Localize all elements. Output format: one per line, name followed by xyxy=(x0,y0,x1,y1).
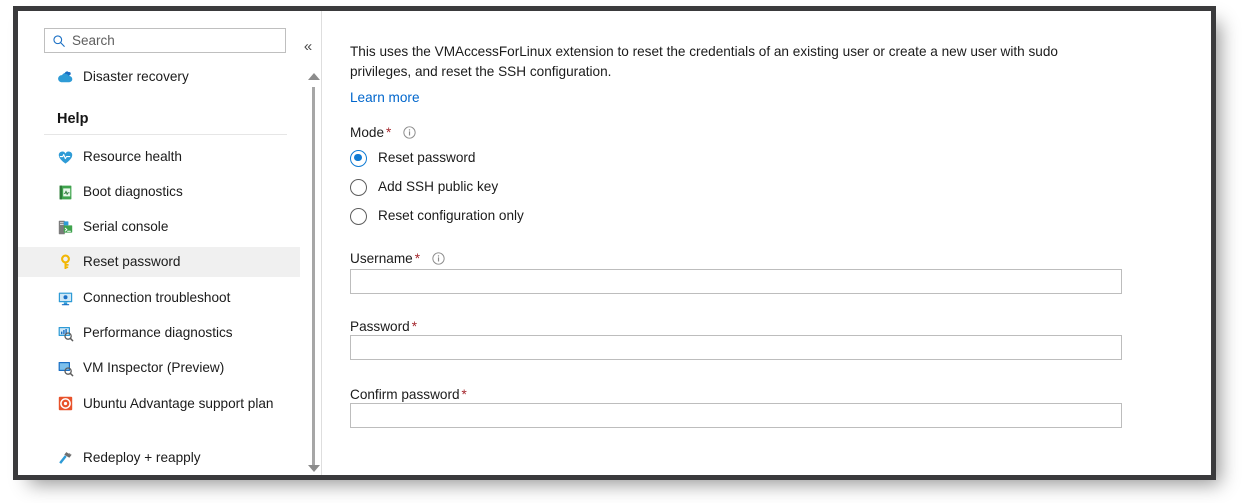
search-box[interactable] xyxy=(44,28,286,53)
serial-console-icon xyxy=(58,220,73,234)
scrollbar-thumb[interactable] xyxy=(312,87,315,470)
vm-inspector-icon xyxy=(58,361,74,376)
username-label: Username * xyxy=(350,251,445,266)
connection-troubleshoot-monitor-icon xyxy=(58,292,73,305)
password-label-text: Password xyxy=(350,319,410,334)
confirm-password-label-text: Confirm password xyxy=(350,387,460,402)
sidebar-item-boot-diagnostics[interactable]: Boot diagnostics xyxy=(18,177,300,207)
ubuntu-circle-icon xyxy=(58,396,73,411)
sidebar-item-vm-inspector[interactable]: VM Inspector (Preview) xyxy=(18,353,300,383)
sidebar-section-title: Help xyxy=(57,111,89,127)
password-label: Password * xyxy=(350,319,417,334)
hammer-icon xyxy=(59,451,72,464)
radio-mark xyxy=(350,178,367,196)
confirm-password-input[interactable] xyxy=(350,403,1122,428)
sidebar-item-label: Ubuntu Advantage support plan xyxy=(83,396,274,411)
username-label-text: Username xyxy=(350,251,413,266)
blade-content: « Disaster recovery Help xyxy=(18,11,1211,475)
sidebar-item-label: Disaster recovery xyxy=(83,69,189,84)
sidebar-item-label: Performance diagnostics xyxy=(83,325,233,340)
sidebar-item-label: VM Inspector (Preview) xyxy=(83,360,225,375)
sidebar-item-label: Redeploy + reapply xyxy=(83,450,201,465)
info-icon[interactable] xyxy=(432,252,445,265)
radio-label: Reset password xyxy=(378,150,476,165)
radio-add-ssh-public-key[interactable]: Add SSH public key xyxy=(350,176,498,198)
chevron-double-left-icon: « xyxy=(303,38,313,55)
radio-mark xyxy=(350,149,367,167)
left-navigation-pane: « Disaster recovery Help xyxy=(18,11,312,475)
screenshot-root: « Disaster recovery Help xyxy=(0,0,1244,503)
username-input[interactable] xyxy=(350,269,1122,294)
sidebar-item-label: Reset password xyxy=(83,254,181,269)
search-icon xyxy=(53,34,65,47)
collapse-pane-button[interactable]: « xyxy=(299,38,317,56)
sidebar-item-reset-password[interactable]: Reset password xyxy=(18,247,300,277)
sidebar-item-ubuntu-advantage-support-plan[interactable]: Ubuntu Advantage support plan xyxy=(18,389,300,433)
radio-label: Add SSH public key xyxy=(378,179,499,194)
required-marker: * xyxy=(411,319,417,334)
window-frame: « Disaster recovery Help xyxy=(13,6,1216,480)
sidebar-item-label: Connection troubleshoot xyxy=(83,290,231,305)
disaster-recovery-cloud-icon xyxy=(58,70,73,82)
sidebar-scrollbar[interactable] xyxy=(306,69,320,475)
sidebar-item-serial-console[interactable]: Serial console xyxy=(18,212,300,242)
boot-diagnostics-icon xyxy=(59,185,72,199)
confirm-password-label: Confirm password * xyxy=(350,387,467,402)
sidebar-item-label: Resource health xyxy=(83,149,182,164)
sidebar-item-label: Serial console xyxy=(83,219,169,234)
required-marker: * xyxy=(414,251,421,266)
radio-label: Reset configuration only xyxy=(378,208,524,223)
reset-password-form: This uses the VMAccessForLinux extension… xyxy=(322,11,1211,475)
performance-diagnostics-icon xyxy=(58,326,74,341)
mode-label-text: Mode xyxy=(350,125,385,140)
mode-label: Mode * xyxy=(350,125,416,140)
scroll-down-arrow-icon[interactable] xyxy=(308,465,320,472)
sidebar-item-redeploy-reapply[interactable]: Redeploy + reapply xyxy=(18,443,300,473)
scroll-up-arrow-icon[interactable] xyxy=(308,73,320,80)
required-marker: * xyxy=(386,125,392,140)
sidebar-item-connection-troubleshoot[interactable]: Connection troubleshoot xyxy=(18,283,300,313)
sidebar-item-performance-diagnostics[interactable]: Performance diagnostics xyxy=(18,318,300,348)
radio-mark xyxy=(350,207,367,225)
sidebar-item-resource-health[interactable]: Resource health xyxy=(18,142,300,172)
resource-health-heart-icon xyxy=(58,151,73,163)
password-input[interactable] xyxy=(350,335,1122,360)
sidebar-section-divider xyxy=(44,134,287,135)
required-marker: * xyxy=(461,387,467,402)
search-input[interactable] xyxy=(72,32,262,49)
sidebar-item-disaster-recovery[interactable]: Disaster recovery xyxy=(18,62,300,92)
key-icon xyxy=(61,254,70,269)
learn-more-link[interactable]: Learn more xyxy=(350,90,420,105)
radio-reset-password[interactable]: Reset password xyxy=(350,147,475,169)
description-text: This uses the VMAccessForLinux extension… xyxy=(350,44,1058,79)
sidebar-item-label: Boot diagnostics xyxy=(83,184,183,199)
info-icon[interactable] xyxy=(403,126,416,139)
radio-reset-configuration-only[interactable]: Reset configuration only xyxy=(350,205,524,227)
